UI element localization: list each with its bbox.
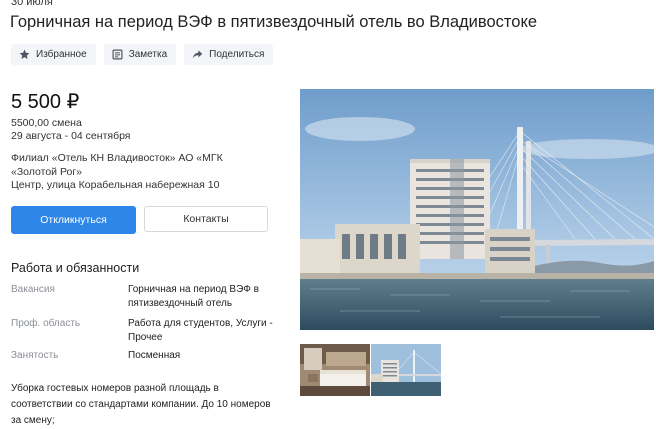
favorite-label: Избранное <box>36 49 87 60</box>
thumbnail-photo-room[interactable] <box>300 344 370 396</box>
section-heading: Работа и обязанности <box>11 261 140 275</box>
employer-name: Филиал «Отель КН Владивосток» АО «МГК «З… <box>11 152 223 178</box>
shift-rate: 5500,00 смена <box>11 117 82 129</box>
employment-value: Посменная <box>128 350 181 361</box>
action-bar: Избранное Заметка Поделиться <box>11 44 274 65</box>
note-button[interactable]: Заметка <box>103 44 177 65</box>
vacancy-label: Вакансия <box>11 284 55 295</box>
prof-area-label: Проф. область <box>11 318 81 329</box>
vacancy-value: Горничная на период ВЭФ в пятизвездочный… <box>128 284 259 309</box>
employment-label: Занятость <box>11 350 59 361</box>
job-description: Уборка гостевых номеров разной площадь в… <box>11 383 271 426</box>
prof-area-value: Работа для студентов, Услуги - Прочее <box>128 318 273 343</box>
share-button[interactable]: Поделиться <box>184 44 274 65</box>
note-icon <box>112 49 123 60</box>
main-photo[interactable] <box>300 89 654 330</box>
contacts-button[interactable]: Контакты <box>144 206 268 232</box>
page-title: Горничная на период ВЭФ в пятизвездочный… <box>10 13 538 31</box>
address: Центр, улица Корабельная набережная 10 <box>11 179 220 191</box>
work-period: 29 августа - 04 сентября <box>11 130 131 142</box>
salary-price: 5 500 ₽ <box>11 91 80 113</box>
share-arrow-icon <box>192 49 203 60</box>
favorite-button[interactable]: Избранное <box>11 44 96 65</box>
respond-button[interactable]: Откликнуться <box>11 206 136 234</box>
note-label: Заметка <box>128 49 168 60</box>
share-label: Поделиться <box>209 49 265 60</box>
thumbnail-photo-exterior[interactable] <box>371 344 441 396</box>
publication-date: 30 июля <box>11 0 53 8</box>
star-icon <box>19 49 30 60</box>
